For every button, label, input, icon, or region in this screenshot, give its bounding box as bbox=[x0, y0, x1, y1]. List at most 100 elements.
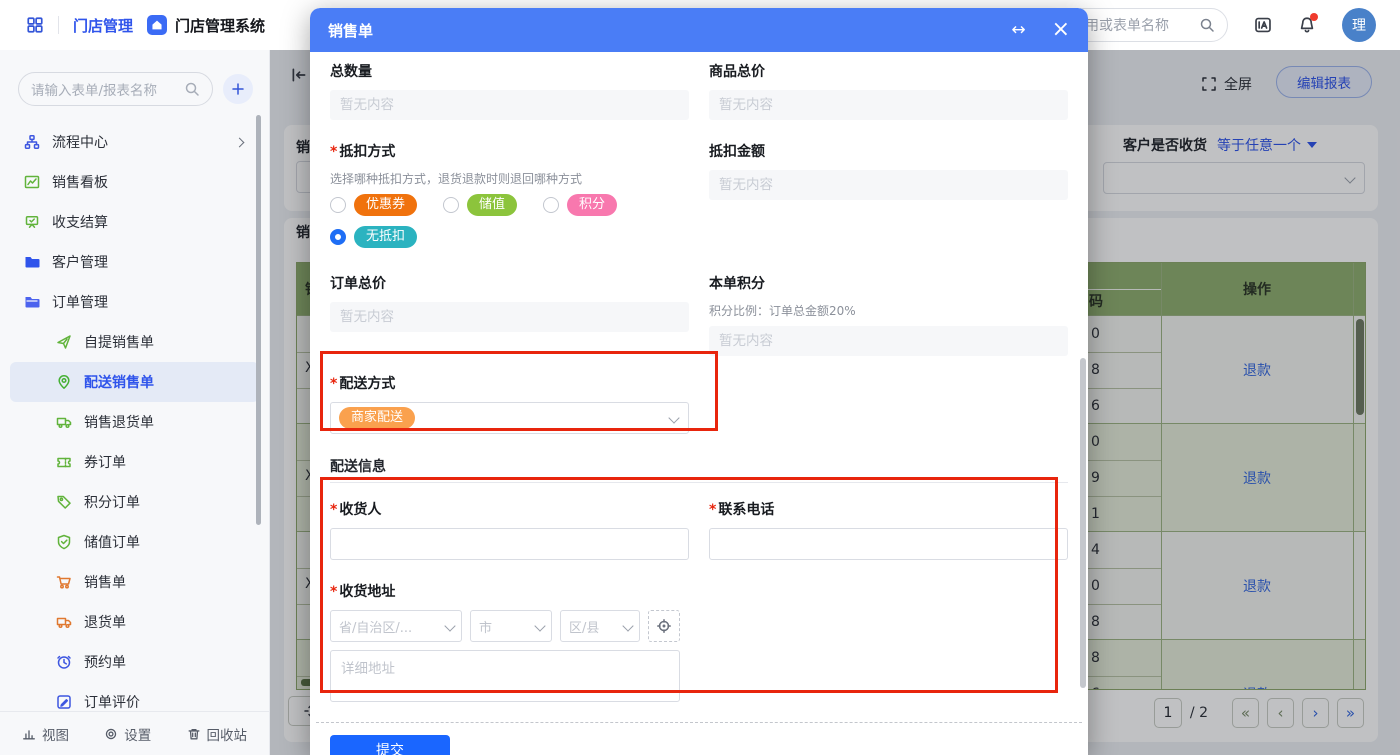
recycle-bin-button[interactable]: 回收站 bbox=[187, 724, 248, 744]
field-label-order-points: 本单积分 bbox=[709, 274, 1068, 294]
truck-icon bbox=[56, 614, 72, 630]
chevron-down-icon bbox=[668, 412, 679, 423]
delivery-method-value: 商家配送 bbox=[339, 407, 415, 429]
home-icon bbox=[147, 15, 167, 35]
close-icon[interactable]: × bbox=[1052, 19, 1070, 41]
folder-open-icon bbox=[24, 294, 40, 310]
field-label-order-total: 订单总价 bbox=[330, 274, 689, 294]
field-label-phone: 联系电话 bbox=[718, 502, 774, 518]
sidebar-item-pickup-sales[interactable]: 自提销售单 bbox=[10, 322, 259, 362]
deduction-option-none[interactable]: 无抵扣 bbox=[330, 226, 417, 248]
field-label-goods-total: 商品总价 bbox=[709, 62, 1068, 82]
city-select[interactable]: 市 bbox=[470, 610, 552, 642]
pen-square-icon bbox=[56, 694, 72, 710]
goods-total-input[interactable] bbox=[709, 90, 1068, 120]
sidebar-scrollbar[interactable] bbox=[256, 115, 261, 525]
sidebar-item-return-order[interactable]: 退货单 bbox=[10, 602, 259, 642]
notification-dot bbox=[1310, 13, 1318, 21]
settings-button[interactable]: 设置 bbox=[104, 724, 151, 744]
sidebar-item-delivery-sales[interactable]: 配送销售单 bbox=[10, 362, 259, 402]
deduction-option-coupon[interactable]: 优惠券 bbox=[330, 194, 417, 216]
district-select[interactable]: 区/县 bbox=[560, 610, 640, 642]
tag-icon bbox=[56, 494, 72, 510]
deduction-option-points[interactable]: 积分 bbox=[543, 194, 617, 216]
deduction-help-text: 选择哪种抵扣方式，退货退款时则退回哪种方式 bbox=[330, 170, 689, 188]
target-icon bbox=[656, 618, 672, 634]
truck-icon bbox=[56, 414, 72, 430]
ticket-icon bbox=[56, 454, 72, 470]
deduction-option-stored-value[interactable]: 储值 bbox=[443, 194, 517, 216]
app-grid-icon[interactable] bbox=[26, 16, 44, 34]
section-divider bbox=[330, 482, 1068, 483]
submit-button[interactable]: 提交 bbox=[330, 735, 450, 755]
sidebar-item-process-center[interactable]: 流程中心 bbox=[10, 122, 259, 162]
radio-selected-icon bbox=[330, 229, 346, 245]
footer-divider bbox=[316, 722, 1082, 723]
consignee-input[interactable] bbox=[330, 528, 689, 560]
folder-icon bbox=[24, 254, 40, 270]
app-root: 门店管理 门店管理系统 应用或表单名称 理 请输入表单/报表名称 bbox=[0, 0, 1400, 755]
add-form-button[interactable] bbox=[223, 74, 253, 104]
sidebar-item-settlement[interactable]: 收支结算 bbox=[10, 202, 259, 242]
modal-body: 总数量 商品总价 *抵扣方式 选择哪种抵扣方式，退货退款时则退回哪种方式 优惠券 bbox=[310, 52, 1088, 755]
clock-icon bbox=[56, 654, 72, 670]
view-button[interactable]: 视图 bbox=[22, 724, 69, 744]
chevron-down-icon bbox=[622, 620, 633, 631]
bar-chart-icon bbox=[22, 727, 36, 741]
shield-check-icon bbox=[56, 534, 72, 550]
field-label-total-qty: 总数量 bbox=[330, 62, 689, 82]
presentation-board-icon bbox=[24, 214, 40, 230]
notification-bell[interactable] bbox=[1298, 16, 1316, 34]
radio-icon bbox=[543, 197, 559, 213]
phone-input[interactable] bbox=[709, 528, 1068, 560]
gear-icon bbox=[104, 727, 118, 741]
sidebar-item-stored-value-order[interactable]: 储值订单 bbox=[10, 522, 259, 562]
sidebar-item-coupon-order[interactable]: 券订单 bbox=[10, 442, 259, 482]
location-pin-icon bbox=[56, 374, 72, 390]
field-label-deduction-amount: 抵扣金额 bbox=[709, 142, 1068, 162]
field-label-deduction: 抵扣方式 bbox=[339, 144, 395, 160]
line-chart-icon bbox=[24, 174, 40, 190]
translate-icon[interactable] bbox=[1254, 16, 1272, 34]
modal-title: 销售单 bbox=[328, 20, 985, 41]
total-qty-input[interactable] bbox=[330, 90, 689, 120]
deduction-amount-input[interactable] bbox=[709, 170, 1068, 200]
radio-icon bbox=[443, 197, 459, 213]
sales-order-modal: 销售单 ↔ × 总数量 商品总价 *抵扣方式 选择哪种抵扣方式，退货退款时则退回… bbox=[310, 8, 1088, 755]
system-name[interactable]: 门店管理系统 bbox=[147, 15, 265, 36]
user-avatar[interactable]: 理 bbox=[1342, 8, 1376, 42]
order-total-input[interactable] bbox=[330, 302, 689, 332]
topbar-divider bbox=[58, 16, 59, 34]
sidebar-item-points-order[interactable]: 积分订单 bbox=[10, 482, 259, 522]
modal-scrollbar[interactable] bbox=[1080, 358, 1086, 688]
sidebar-footer: 视图 设置 回收站 bbox=[0, 711, 269, 755]
trash-icon bbox=[187, 727, 201, 741]
chevron-down-icon bbox=[444, 620, 455, 631]
chevron-down-icon bbox=[534, 620, 545, 631]
expand-modal-icon[interactable]: ↔ bbox=[1011, 20, 1025, 40]
radio-icon bbox=[330, 197, 346, 213]
org-chart-icon bbox=[24, 134, 40, 150]
field-label-delivery-method: 配送方式 bbox=[339, 376, 395, 392]
sidebar-item-sales-order[interactable]: 销售单 bbox=[10, 562, 259, 602]
sidebar-item-sales-board[interactable]: 销售看板 bbox=[10, 162, 259, 202]
sidebar-item-order-mgmt[interactable]: 订单管理 bbox=[10, 282, 259, 322]
address-detail-textarea[interactable] bbox=[330, 650, 680, 702]
sidebar-item-customer-mgmt[interactable]: 客户管理 bbox=[10, 242, 259, 282]
field-label-address: 收货地址 bbox=[339, 584, 395, 600]
breadcrumb-app[interactable]: 门店管理 bbox=[73, 15, 133, 36]
sidebar-item-reservation-order[interactable]: 预约单 bbox=[10, 642, 259, 682]
sidebar-menu: 流程中心 销售看板 收支结算 客户管理 订单管理 自提销售单 bbox=[0, 112, 269, 722]
search-icon bbox=[1199, 17, 1215, 33]
province-select[interactable]: 省/自治区/... bbox=[330, 610, 462, 642]
chevron-right-icon bbox=[235, 137, 245, 147]
locate-button[interactable] bbox=[648, 610, 680, 642]
sidebar: 请输入表单/报表名称 流程中心 销售看板 收支结算 客户管理 bbox=[0, 50, 270, 755]
sidebar-search-input[interactable]: 请输入表单/报表名称 bbox=[18, 72, 213, 106]
order-points-input[interactable] bbox=[709, 326, 1068, 356]
cart-icon bbox=[56, 574, 72, 590]
points-ratio-help-text: 积分比例：订单总金额20% bbox=[709, 302, 1068, 320]
delivery-method-select[interactable]: 商家配送 bbox=[330, 402, 689, 434]
search-icon bbox=[184, 81, 200, 97]
sidebar-item-sales-return[interactable]: 销售退货单 bbox=[10, 402, 259, 442]
